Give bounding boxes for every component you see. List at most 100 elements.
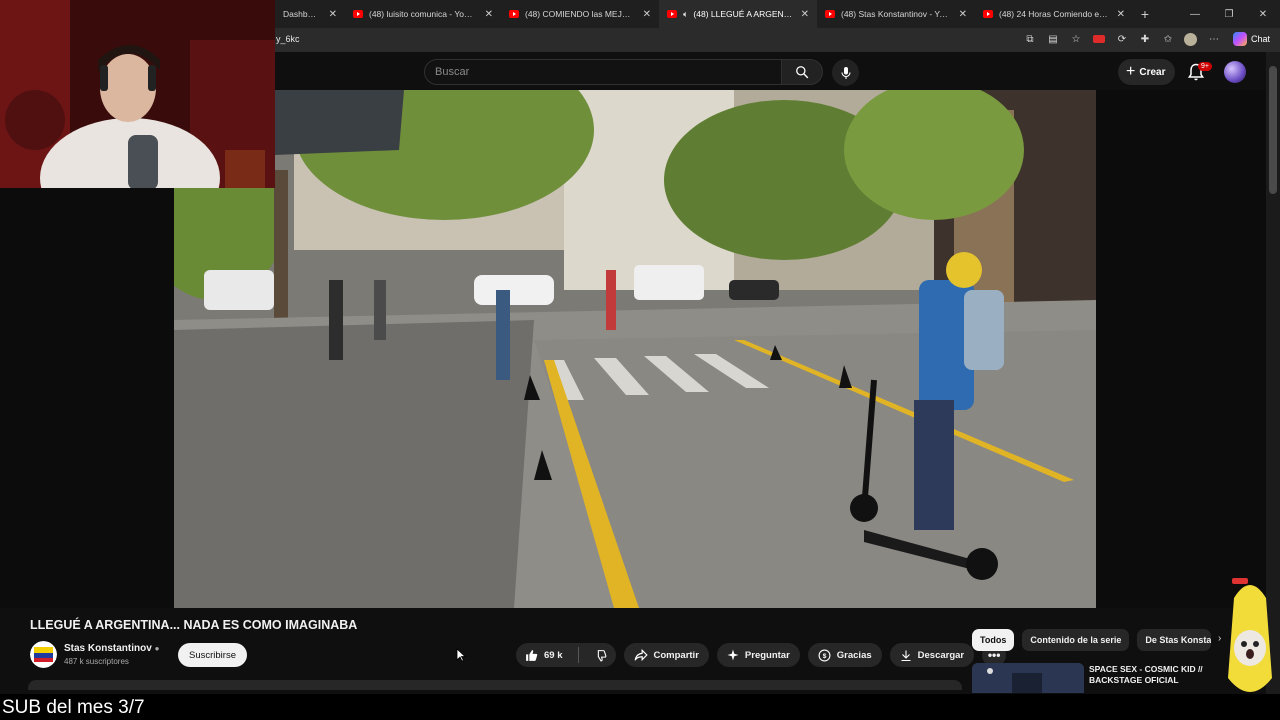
banana-cat-sticker bbox=[1228, 578, 1272, 692]
new-tab-button[interactable]: + bbox=[1133, 6, 1157, 22]
mouse-cursor-icon bbox=[456, 648, 467, 667]
favorite-star-icon[interactable]: ☆ bbox=[1068, 31, 1084, 47]
extensions-icon[interactable]: ✚ bbox=[1137, 31, 1153, 47]
description-box[interactable] bbox=[28, 680, 962, 690]
share-label: Compartir bbox=[653, 649, 699, 661]
notification-count-badge: 9+ bbox=[1198, 62, 1212, 71]
like-button[interactable]: 69 k bbox=[516, 643, 572, 667]
download-icon bbox=[901, 650, 911, 661]
video-frame[interactable] bbox=[174, 90, 1096, 608]
streamer-webcam bbox=[0, 0, 275, 188]
youtube-icon bbox=[353, 10, 363, 18]
recommended-video-title[interactable]: SPACE SEX - COSMIC KID // BACKSTAGE OFIC… bbox=[1089, 664, 1213, 686]
tab-label: Dashboard bbox=[283, 9, 321, 19]
create-label: Crear bbox=[1139, 66, 1166, 78]
minimize-icon[interactable]: — bbox=[1178, 9, 1212, 20]
profile-icon[interactable] bbox=[1183, 31, 1199, 47]
subscribe-button[interactable]: Suscribirse bbox=[178, 643, 247, 667]
window-close-icon[interactable]: ✕ bbox=[1246, 9, 1280, 20]
maximize-icon[interactable]: ❐ bbox=[1212, 9, 1246, 20]
chip-todos[interactable]: Todos bbox=[972, 629, 1015, 651]
microphone-icon bbox=[840, 66, 851, 79]
tab-label: (48) LLEGUÉ A ARGENTINA... bbox=[693, 9, 792, 19]
thumbs-up-icon bbox=[526, 649, 538, 661]
video-actions: 69 k Compartir Preguntar $ Gracias Desca… bbox=[516, 643, 1007, 667]
chip-series[interactable]: Contenido de la serie bbox=[1022, 629, 1130, 651]
search-input[interactable] bbox=[425, 60, 781, 84]
youtube-icon bbox=[983, 10, 993, 18]
share-icon bbox=[634, 649, 648, 661]
tab-llegue-a-argentina[interactable]: 🔈︎ (48) LLEGUÉ A ARGENTINA... ✕ bbox=[659, 0, 817, 28]
screen: { "browser": { "tabs": [ {"label": "Dash… bbox=[0, 0, 1280, 720]
youtube-icon bbox=[509, 10, 519, 18]
speaker-icon[interactable]: 🔈︎ bbox=[683, 9, 688, 20]
thumbnail-image bbox=[972, 663, 1084, 693]
refresh-icon[interactable]: ⟳ bbox=[1114, 31, 1130, 47]
sub-goal-text: SUB del mes 3/7 bbox=[2, 697, 145, 718]
tab-label: (48) Stas Konstantinov - YouTube bbox=[841, 9, 951, 19]
chevron-right-icon[interactable]: › bbox=[1218, 633, 1221, 644]
verified-icon: ● bbox=[154, 644, 160, 653]
voice-search-button[interactable] bbox=[832, 59, 859, 86]
super-thanks-icon: $ bbox=[818, 649, 831, 661]
thanks-button[interactable]: $ Gracias bbox=[807, 643, 882, 667]
tab-comiendo-pizzas[interactable]: (48) COMIENDO las MEJORES PIZ... ✕ bbox=[501, 0, 659, 28]
plus-icon: + bbox=[1126, 63, 1136, 80]
recommended-video-thumbnail[interactable] bbox=[972, 663, 1084, 693]
download-label: Descargar bbox=[917, 649, 965, 661]
divider bbox=[577, 647, 579, 663]
tab-label: (48) luisito comunica - YouTube bbox=[369, 9, 477, 19]
favorites-icon[interactable]: ✩ bbox=[1160, 31, 1176, 47]
tab-stas-konstantinov[interactable]: (48) Stas Konstantinov - YouTube ✕ bbox=[817, 0, 975, 28]
tab-dashboard[interactable]: Dashboard ✕ bbox=[275, 0, 345, 28]
close-icon[interactable]: ✕ bbox=[643, 9, 651, 20]
dislike-button[interactable] bbox=[585, 643, 616, 667]
account-avatar[interactable] bbox=[1224, 61, 1246, 83]
video-title: LLEGUÉ A ARGENTINA... NADA ES COMO IMAGI… bbox=[30, 618, 358, 632]
video-player[interactable] bbox=[0, 0, 1266, 608]
scrollbar-thumb[interactable] bbox=[1269, 66, 1277, 194]
create-button[interactable]: + Crear bbox=[1118, 59, 1176, 85]
thanks-label: Gracias bbox=[836, 649, 872, 661]
svg-text:$: $ bbox=[822, 652, 826, 659]
stream-sub-goal-bar: SUB del mes 3/7 bbox=[0, 694, 1280, 720]
url-text[interactable]: y_6kc bbox=[276, 34, 300, 44]
thumbs-down-icon bbox=[597, 649, 606, 661]
search-icon bbox=[796, 66, 809, 79]
tab-luisito[interactable]: (48) luisito comunica - YouTube ✕ bbox=[345, 0, 501, 28]
close-icon[interactable]: ✕ bbox=[329, 9, 337, 20]
ask-button[interactable]: Preguntar bbox=[716, 643, 800, 667]
channel-name-text: Stas Konstantinov bbox=[64, 643, 152, 654]
translate-icon[interactable]: ⧉ bbox=[1022, 31, 1038, 47]
subscriber-count: 487 k suscriptores bbox=[64, 657, 129, 666]
copilot-chat-button[interactable]: Chat bbox=[1229, 32, 1274, 46]
close-icon[interactable]: ✕ bbox=[801, 9, 809, 20]
toolbar-icons: ⧉ ▤ ☆ ⟳ ✚ ✩ ⋯ Chat bbox=[1022, 31, 1274, 47]
window-controls: — ❐ ✕ bbox=[1178, 0, 1280, 28]
ask-label: Preguntar bbox=[744, 649, 790, 661]
like-count: 69 k bbox=[544, 649, 563, 661]
recommendation-filter-chips: Todos Contenido de la serie De Stas Kons… bbox=[972, 629, 1212, 651]
close-icon[interactable]: ✕ bbox=[1117, 9, 1125, 20]
search-button[interactable] bbox=[781, 59, 823, 85]
chip-from-channel[interactable]: De Stas Konstan bbox=[1137, 629, 1212, 651]
channel-avatar[interactable] bbox=[30, 641, 57, 668]
youtube-icon bbox=[825, 10, 835, 18]
channel-name[interactable]: Stas Konstantinov ● bbox=[64, 643, 159, 654]
copilot-icon bbox=[1232, 32, 1247, 46]
youtube-icon bbox=[667, 10, 677, 18]
share-button[interactable]: Compartir bbox=[623, 643, 709, 667]
close-icon[interactable]: ✕ bbox=[485, 9, 493, 20]
tab-24-horas[interactable]: (48) 24 Horas Comiendo en el Me... ✕ bbox=[975, 0, 1133, 28]
adblock-icon[interactable] bbox=[1091, 31, 1107, 47]
menu-dots-icon[interactable]: ⋯ bbox=[1206, 31, 1222, 47]
chat-label: Chat bbox=[1250, 34, 1270, 44]
sparkle-icon bbox=[727, 649, 739, 661]
reader-icon[interactable]: ▤ bbox=[1045, 31, 1061, 47]
tab-label: (48) COMIENDO las MEJORES PIZ... bbox=[525, 9, 635, 19]
tab-label: (48) 24 Horas Comiendo en el Me... bbox=[999, 9, 1109, 19]
close-icon[interactable]: ✕ bbox=[959, 9, 967, 20]
download-button[interactable]: Descargar bbox=[889, 643, 975, 667]
search-box bbox=[424, 59, 782, 85]
like-dislike-group: 69 k bbox=[516, 643, 616, 667]
